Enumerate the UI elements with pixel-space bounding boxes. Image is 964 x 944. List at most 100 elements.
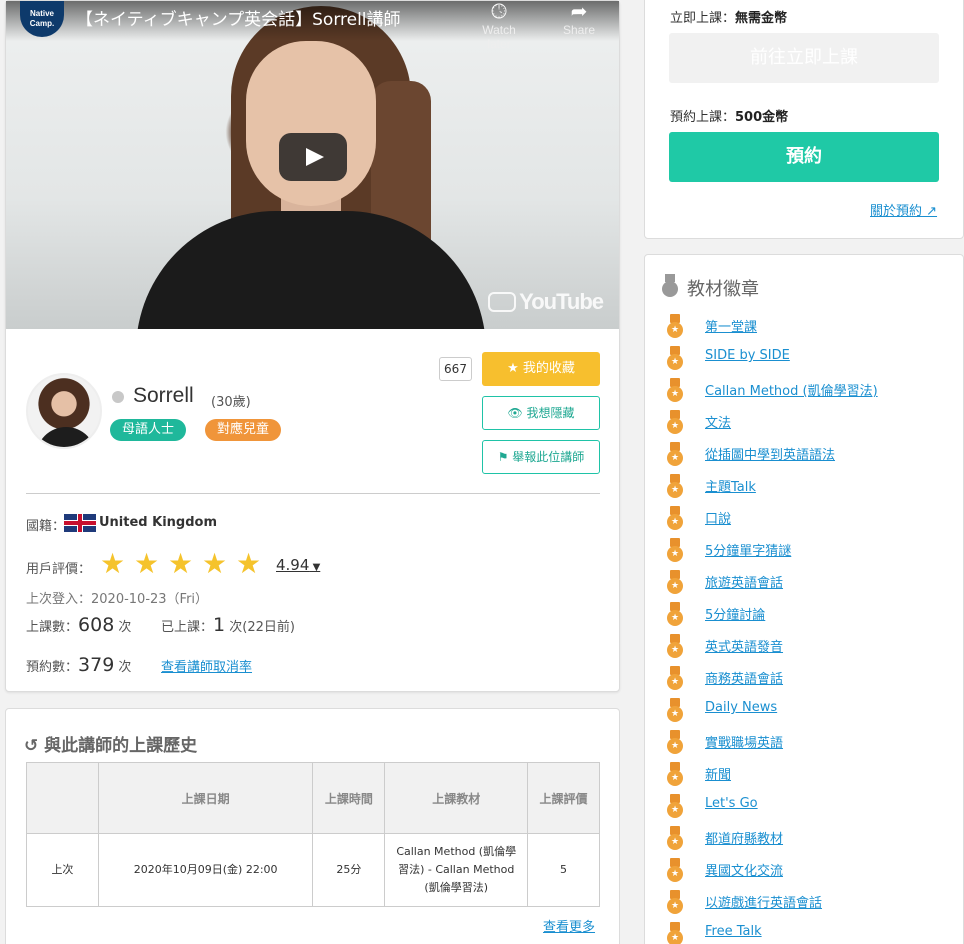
badge-link[interactable]: 英式英語發音: [705, 636, 783, 655]
medal-icon: [667, 890, 683, 914]
badge-link[interactable]: 5分鐘討論: [705, 604, 765, 623]
nationality-label: 國籍：: [26, 519, 66, 534]
badge-link[interactable]: SIDE by SIDE: [705, 348, 790, 363]
youtube-play-icon: [488, 292, 517, 312]
clock-icon: 🕓︎: [491, 1, 507, 23]
badge-link[interactable]: Let's Go: [705, 796, 758, 811]
rating-value[interactable]: 4.94 ▼: [276, 556, 320, 574]
booking-card: 立即上課：無需金幣 前往立即上課 預約上課：500金幣 預約 關於預約 ↗: [644, 0, 964, 239]
medal-icon: [667, 794, 683, 818]
history-title-text: 與此講師的上課歷史: [44, 736, 198, 756]
table-cell: 上次: [26, 833, 99, 907]
share-label: Share: [562, 23, 596, 37]
watch-later-button[interactable]: 🕓︎ Watch later: [469, 1, 529, 51]
rating-number: 4.94: [276, 556, 310, 574]
medal-icon: [667, 826, 683, 850]
badge-link[interactable]: 都道府縣教材: [705, 828, 783, 847]
table-cell: 2020年10月09日(金) 22:00: [97, 833, 314, 907]
youtube-watermark[interactable]: YouTube: [488, 289, 604, 315]
about-booking-link[interactable]: 關於預約 ↗: [870, 200, 937, 219]
native-speaker-tag: 母語人士: [110, 419, 187, 441]
video-title[interactable]: 【ネイティブキャンプ英会話】Sorrell講師: [76, 5, 401, 30]
badge-link[interactable]: Daily News: [705, 700, 777, 715]
medal-icon: [667, 314, 683, 338]
reserve-button[interactable]: 預約: [669, 132, 939, 182]
medal-icon: [667, 858, 683, 882]
eye-slash-icon: 👁︎: [507, 406, 523, 420]
rating-label: 用戶評價：: [26, 562, 92, 577]
table-cell: Callan Method (凱倫學習法) - Callan Method (凱…: [384, 833, 529, 907]
lessons-stat: 上課數：608 次: [26, 614, 131, 636]
medal-icon: [667, 634, 683, 658]
badge-icon: [662, 274, 678, 297]
medal-icon: [667, 730, 683, 754]
badge-link[interactable]: 從插圖中學到英語語法: [705, 444, 835, 463]
bookings-label: 預約數：: [26, 660, 79, 675]
caret-down-icon: ▼: [309, 562, 321, 573]
nationality-value: United Kingdom: [99, 515, 218, 530]
instant-lesson-button[interactable]: 前往立即上課: [669, 33, 939, 83]
medal-icon: [667, 602, 683, 626]
video-frame-face: [246, 41, 376, 206]
badge-link[interactable]: 旅遊英語會話: [705, 572, 783, 591]
profile-divider: [26, 493, 600, 494]
history-clock-icon: ↺: [24, 736, 39, 756]
flag-icon: ⚑: [497, 450, 509, 464]
see-more-link[interactable]: 查看更多: [543, 916, 595, 935]
teacher-name: Sorrell: [133, 384, 194, 407]
badges-title: 教材徽章: [687, 279, 759, 300]
badge-link[interactable]: 實戰職場英語: [705, 732, 783, 751]
favorite-button[interactable]: ★ 我的收藏: [482, 352, 600, 386]
teacher-avatar: [26, 373, 102, 449]
table-header-row: 上課日期 上課時間 上課教材 上課評價: [26, 762, 600, 834]
taken-label: 已上課：: [161, 620, 214, 635]
hide-teacher-button[interactable]: 👁︎ 我想隱藏: [482, 396, 600, 430]
medal-icon: [667, 346, 683, 370]
uk-flag-icon: [64, 514, 96, 532]
badge-link[interactable]: 第一堂課: [705, 316, 757, 335]
medal-icon: [667, 378, 683, 402]
bookings-count: 379: [78, 654, 115, 676]
badge-link[interactable]: 主題Talk: [705, 476, 756, 495]
play-button[interactable]: [279, 133, 347, 181]
intro-video[interactable]: Native Camp. 【ネイティブキャンプ英会話】Sorrell講師 🕓︎ …: [6, 1, 619, 329]
instant-value: 無需金幣: [735, 11, 788, 26]
rating-star-icon: ★: [168, 547, 194, 580]
instant-lesson-row: 立即上課：無需金幣: [670, 7, 787, 26]
kids-friendly-tag: 對應兒童: [205, 419, 282, 441]
instant-label: 立即上課：: [670, 11, 736, 26]
badge-link[interactable]: 文法: [705, 412, 731, 431]
badge-link[interactable]: 以遊戲進行英語會話: [705, 892, 822, 911]
share-button[interactable]: ➦ Share: [549, 1, 609, 37]
report-teacher-button[interactable]: ⚑ 舉報此位講師: [482, 440, 600, 474]
online-status-dot: [112, 391, 124, 403]
reserve-value: 500金幣: [735, 110, 789, 125]
badge-link[interactable]: Callan Method (凱倫學習法): [705, 380, 878, 399]
table-header: 上課時間: [312, 762, 386, 834]
badge-link[interactable]: 口說: [705, 508, 731, 527]
cancel-rate-link[interactable]: 查看講師取消率: [161, 656, 252, 675]
badge-link[interactable]: 商務英語會話: [705, 668, 783, 687]
badge-link[interactable]: 5分鐘單字猜謎: [705, 540, 791, 559]
rating-star-icon: ★: [236, 547, 262, 580]
teacher-age: (30歲): [211, 395, 251, 410]
table-header: 上課教材: [384, 762, 529, 834]
last-login: 上次登入：2020-10-23（Fri）: [26, 592, 209, 607]
badge-link[interactable]: 新聞: [705, 764, 731, 783]
badge-link[interactable]: Free Talk: [705, 924, 762, 939]
external-link-icon: ↗: [922, 204, 938, 219]
table-row: 上次 2020年10月09日(金) 22:00 25分 Callan Metho…: [26, 833, 600, 907]
badge-link[interactable]: 異國文化交流: [705, 860, 783, 879]
taken-stat: 已上課：1 次(22日前): [161, 614, 295, 636]
taken-count: 1: [213, 614, 226, 636]
medal-icon: [667, 762, 683, 786]
lessons-label: 上課數：: [26, 620, 79, 635]
medal-icon: [667, 474, 683, 498]
taken-suffix: 次(22日前): [229, 620, 295, 635]
teacher-profile-card: Native Camp. 【ネイティブキャンプ英会話】Sorrell講師 🕓︎ …: [5, 0, 620, 692]
medal-icon: [667, 410, 683, 434]
about-booking-text: 關於預約: [870, 204, 923, 219]
table-header: 上課評價: [527, 762, 600, 834]
bookings-unit: 次: [118, 660, 132, 675]
medal-icon: [667, 922, 683, 944]
